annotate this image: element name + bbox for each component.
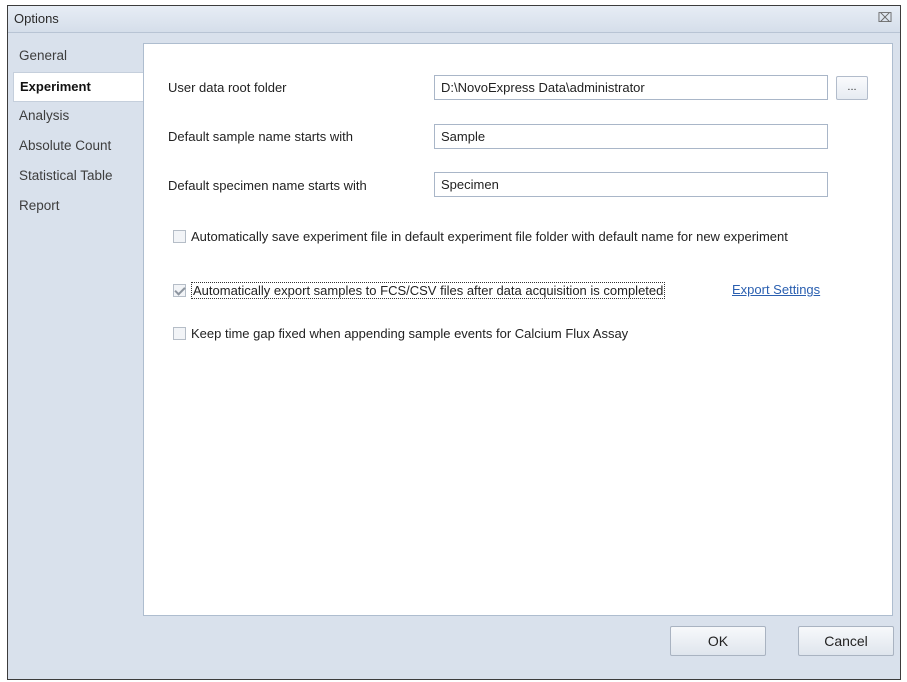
- close-icon[interactable]: ⌧: [876, 9, 894, 27]
- sample-name-input[interactable]: Sample: [434, 124, 828, 149]
- auto-export-label[interactable]: Automatically export samples to FCS/CSV …: [191, 281, 666, 299]
- auto-save-label[interactable]: Automatically save experiment file in de…: [191, 229, 788, 244]
- specimen-name-label: Default specimen name starts with: [168, 178, 367, 193]
- auto-save-checkbox[interactable]: [173, 229, 186, 243]
- auto-save-option[interactable]: Automatically save experiment file in de…: [173, 227, 788, 245]
- sidebar-item-experiment[interactable]: Experiment: [13, 72, 143, 102]
- sidebar-item-statistical-table[interactable]: Statistical Table: [13, 162, 141, 192]
- export-settings-link[interactable]: Export Settings: [732, 282, 820, 297]
- sidebar-item-report[interactable]: Report: [13, 192, 141, 222]
- experiment-panel: User data root folder D:\NovoExpress Dat…: [143, 43, 893, 616]
- sidebar-item-analysis[interactable]: Analysis: [13, 102, 141, 132]
- auto-export-checkbox[interactable]: [173, 283, 186, 297]
- title-bar: Options ⌧: [8, 6, 900, 33]
- sample-name-label: Default sample name starts with: [168, 129, 353, 144]
- sidebar-item-absolute-count[interactable]: Absolute Count: [13, 132, 141, 162]
- keep-time-gap-checkbox[interactable]: [173, 326, 186, 340]
- sidebar-item-general[interactable]: General: [13, 42, 141, 72]
- ok-button[interactable]: OK: [670, 626, 766, 656]
- options-dialog: Options ⌧ General Experiment Analysis Ab…: [7, 5, 901, 680]
- user-data-root-input[interactable]: D:\NovoExpress Data\administrator: [434, 75, 828, 100]
- specimen-name-input[interactable]: Specimen: [434, 172, 828, 197]
- keep-time-gap-option[interactable]: Keep time gap fixed when appending sampl…: [173, 324, 628, 342]
- options-sidebar: General Experiment Analysis Absolute Cou…: [13, 42, 143, 615]
- keep-time-gap-label[interactable]: Keep time gap fixed when appending sampl…: [191, 326, 628, 341]
- browse-button[interactable]: ...: [836, 76, 868, 100]
- dialog-title: Options: [14, 11, 59, 26]
- auto-export-option[interactable]: Automatically export samples to FCS/CSV …: [173, 281, 666, 299]
- cancel-button[interactable]: Cancel: [798, 626, 894, 656]
- user-data-root-label: User data root folder: [168, 80, 287, 95]
